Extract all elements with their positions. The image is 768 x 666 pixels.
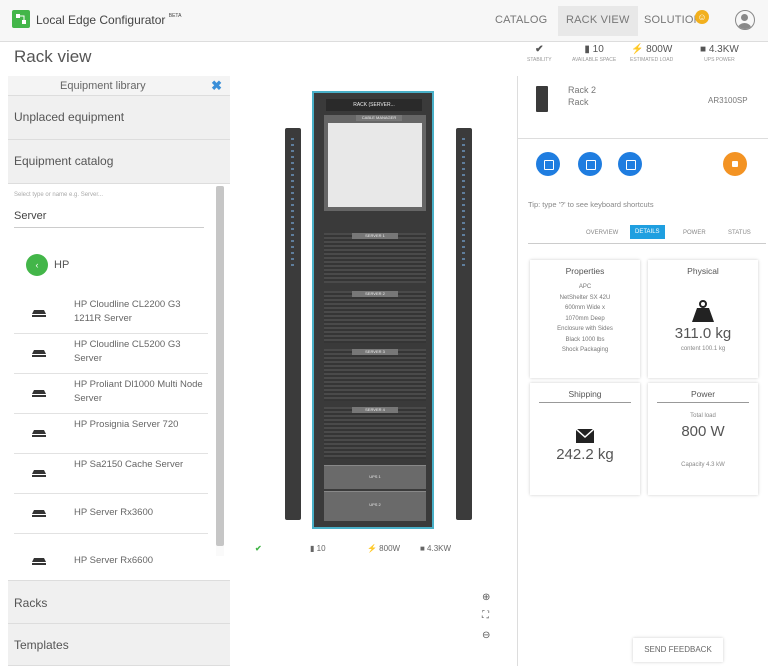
tab-solution[interactable]: SOLUTION (644, 14, 702, 26)
page-title: Rack view (14, 47, 92, 66)
tab-overview[interactable]: OVERVIEW (586, 230, 618, 236)
rack-title: RACK (SERVER... (326, 99, 422, 111)
server-unit[interactable]: SERVER 4 (324, 407, 426, 459)
list-item[interactable]: HP Proliant Dl1000 Multi Node Server (14, 374, 208, 414)
search-input[interactable]: Server (14, 210, 204, 228)
tab-power[interactable]: POWER (683, 230, 706, 236)
physical-card: Physical 311.0 kg content 100.1 kg (648, 260, 758, 378)
shipping-card: Shipping 242.2 kg (530, 383, 640, 495)
send-feedback-button[interactable]: SEND FEEDBACK (633, 638, 723, 662)
server-icon (32, 470, 46, 477)
server-icon (32, 558, 46, 565)
stat-available-space: ▮ 10 available space (572, 44, 617, 63)
tab-details[interactable]: DETAILS (630, 225, 665, 239)
pdu-right[interactable] (456, 128, 472, 520)
equipment-library-panel: Equipment library ✖ Unplaced equipment E… (8, 76, 230, 666)
power-load: 800 W (681, 423, 725, 440)
section-unplaced-equipment[interactable]: Unplaced equipment (8, 96, 230, 140)
scrollbar-thumb[interactable] (216, 186, 224, 546)
list-item[interactable]: HP Server Rx6600 (14, 546, 208, 576)
scrollbar[interactable] (216, 186, 224, 556)
list-item[interactable]: HP Sa2150 Cache Server (14, 454, 208, 494)
section-equipment-catalog[interactable]: Equipment catalog (8, 140, 230, 184)
stat-ups-power: ■ 4.3KW ups power (700, 44, 739, 63)
rack[interactable]: RACK (SERVER... CABLE MANAGER SERVER 1 S… (312, 91, 434, 529)
zoom-out-icon[interactable]: ⊖ (482, 630, 490, 641)
app-title: Local Edge Configurator BETA (36, 13, 182, 27)
server-icon (32, 310, 46, 317)
fit-to-screen-icon[interactable]: ⛶ (482, 610, 489, 621)
server-icon (32, 510, 46, 517)
detail-tabs: OVERVIEW DETAILS POWER STATUS (528, 222, 766, 244)
lock-button[interactable] (723, 152, 747, 176)
envelope-icon (575, 428, 595, 443)
search-placeholder: Select type or name e.g. Server... (14, 192, 104, 198)
list-item[interactable]: HP Cloudline CL2200 G3 1211R Server (14, 294, 208, 334)
selected-rack-name: Rack 2 Rack (568, 85, 597, 107)
section-racks[interactable]: Racks (8, 580, 230, 624)
section-templates[interactable]: Templates (8, 624, 230, 666)
physical-weight: 311.0 kg (674, 325, 732, 342)
details-panel: Rack 2 Rack AR3100SP Tip: type '?' to see… (517, 76, 768, 666)
library-header: Equipment library ✖ (8, 76, 230, 96)
tab-rack-view[interactable]: RACK VIEW (558, 6, 638, 36)
stat-estimated-load: ⚡ 800W estimated load (630, 44, 674, 63)
user-avatar-icon[interactable] (735, 10, 755, 30)
list-item[interactable]: HP Cloudline CL5200 G3 Server (14, 334, 208, 374)
shipping-weight: 242.2 kg (556, 446, 614, 463)
solution-status-icon: ☺ (695, 10, 709, 24)
rack-available-space: ▮ 10 (310, 544, 326, 553)
copy-button[interactable] (536, 152, 560, 176)
rack-estimated-load: ⚡ 800W (367, 544, 401, 553)
server-unit[interactable]: SERVER 2 (324, 291, 426, 343)
power-card: Power Total load 800 W Capacity 4.3 kW (648, 383, 758, 495)
cable-manager[interactable]: CABLE MANAGER (324, 115, 426, 211)
rack-ups-power: ■ 4.3KW (420, 544, 452, 553)
stat-stability: ✔ stability (527, 44, 552, 63)
pdu-left[interactable] (285, 128, 301, 520)
rack-stability-check: ✔ (255, 544, 262, 553)
rack-icon (536, 86, 548, 112)
library-title: Equipment library (60, 80, 146, 92)
server-icon (32, 430, 46, 437)
zoom-in-icon[interactable]: ⊕ (482, 592, 490, 603)
close-icon[interactable]: ✖ (211, 78, 222, 94)
selected-rack-code: AR3100SP (708, 96, 748, 105)
breadcrumb: HP (54, 259, 70, 271)
ups-unit[interactable]: UPS 2 (324, 491, 426, 521)
server-icon (32, 390, 46, 397)
rack-canvas[interactable]: RACK (SERVER... CABLE MANAGER SERVER 1 S… (230, 76, 516, 666)
weight-icon (692, 300, 714, 322)
app-logo[interactable] (12, 10, 30, 28)
top-bar: Local Edge Configurator BETA CATALOG RAC… (0, 0, 768, 42)
duplicate-button[interactable] (578, 152, 602, 176)
keyboard-tip: Tip: type '?' to see keyboard shortcuts (528, 200, 654, 209)
server-unit[interactable]: SERVER 3 (324, 349, 426, 401)
tab-catalog[interactable]: CATALOG (495, 14, 547, 26)
back-icon[interactable]: ‹ (26, 254, 48, 276)
ups-unit[interactable]: UPS 1 (324, 465, 426, 489)
properties-card: Properties APC NetShelter SX 42U 600mm W… (530, 260, 640, 378)
server-unit[interactable]: SERVER 1 (324, 233, 426, 283)
list-item[interactable]: HP Prosignia Server 720 (14, 414, 208, 454)
list-item[interactable]: HP Server Rx3600 (14, 494, 208, 534)
tab-status[interactable]: STATUS (728, 230, 751, 236)
view-button[interactable] (618, 152, 642, 176)
server-icon (32, 350, 46, 357)
